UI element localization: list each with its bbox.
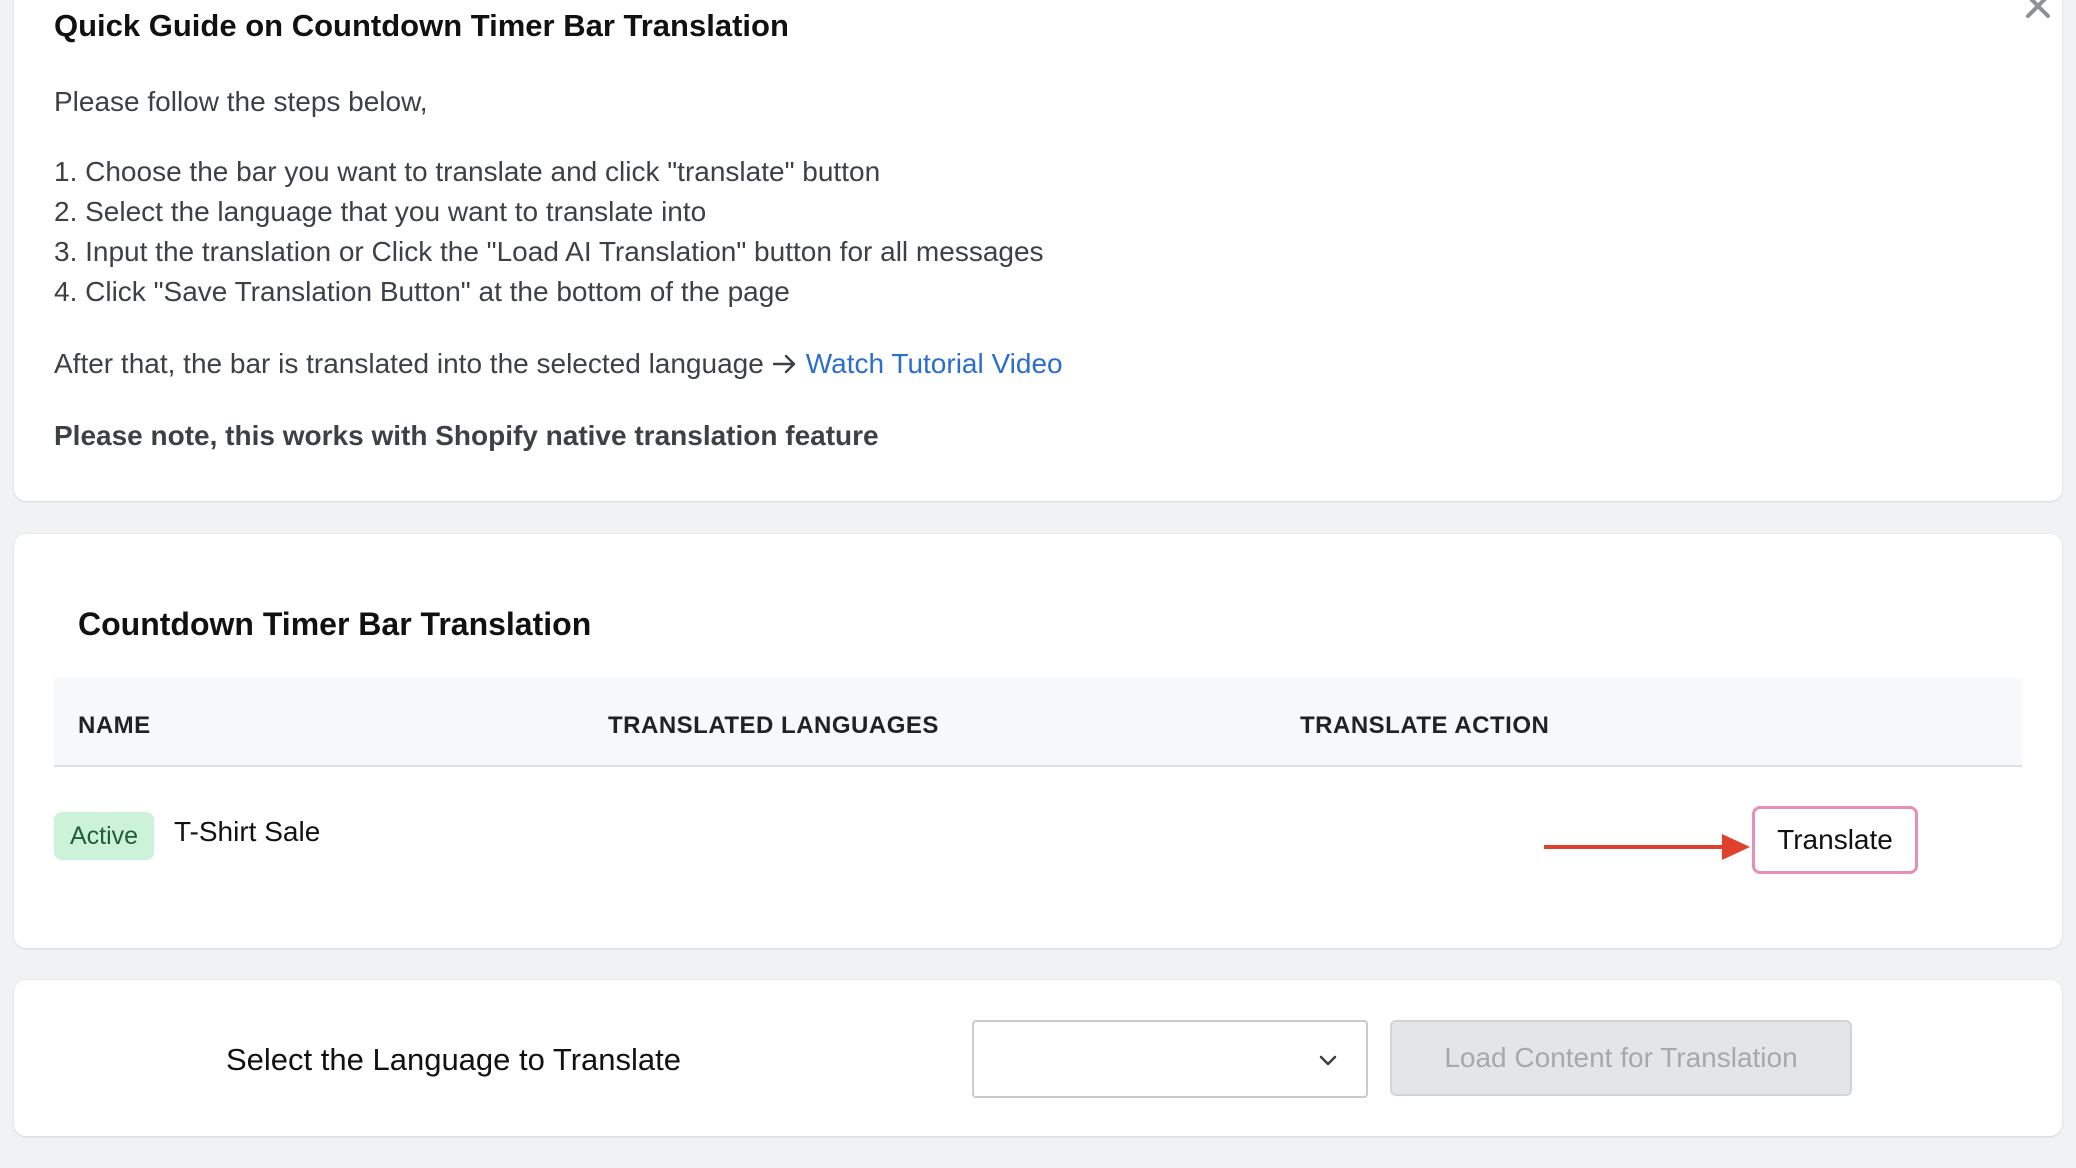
- header-translated-languages: TRANSLATED LANGUAGES: [608, 712, 939, 739]
- watch-tutorial-link[interactable]: Watch Tutorial Video: [806, 348, 1063, 380]
- table-row: Active T-Shirt Sale Translate: [54, 770, 2022, 890]
- guide-step: 2. Select the language that you want to …: [54, 196, 707, 227]
- guide-after: After that, the bar is translated into t…: [54, 348, 1063, 380]
- header-name: NAME: [78, 712, 151, 739]
- bar-name: T-Shirt Sale: [174, 816, 321, 847]
- language-select-label: Select the Language to Translate: [226, 1042, 681, 1077]
- header-translate-action: TRANSLATE ACTION: [1300, 712, 1550, 739]
- close-icon[interactable]: [2020, 0, 2056, 24]
- guide-title: Quick Guide on Countdown Timer Bar Trans…: [54, 8, 789, 43]
- guide-step: 1. Choose the bar you want to translate …: [54, 156, 881, 187]
- chevron-down-icon: [1316, 1048, 1340, 1072]
- guide-step: 3. Input the translation or Click the "L…: [54, 236, 1044, 267]
- annotation-arrow-icon: [1544, 834, 1750, 860]
- status-badge: Active: [54, 812, 155, 860]
- language-select[interactable]: [972, 1020, 1368, 1098]
- translate-button[interactable]: Translate: [1752, 806, 1918, 874]
- guide-steps: 1. Choose the bar you want to translate …: [54, 152, 1044, 312]
- arrow-right-icon: [772, 351, 798, 377]
- language-select-card: Select the Language to Translate Load Co…: [14, 980, 2062, 1136]
- quick-guide-card: Quick Guide on Countdown Timer Bar Trans…: [14, 0, 2062, 501]
- guide-note: Please note, this works with Shopify nat…: [54, 420, 879, 451]
- guide-intro: Please follow the steps below,: [54, 86, 428, 117]
- translation-table-card: Countdown Timer Bar Translation NAME TRA…: [14, 534, 2062, 948]
- guide-after-text: After that, the bar is translated into t…: [54, 348, 764, 379]
- guide-step: 4. Click "Save Translation Button" at th…: [54, 276, 790, 307]
- table-title: Countdown Timer Bar Translation: [78, 606, 592, 642]
- load-content-button[interactable]: Load Content for Translation: [1390, 1020, 1852, 1096]
- table-header: NAME TRANSLATED LANGUAGES TRANSLATE ACTI…: [54, 678, 2022, 767]
